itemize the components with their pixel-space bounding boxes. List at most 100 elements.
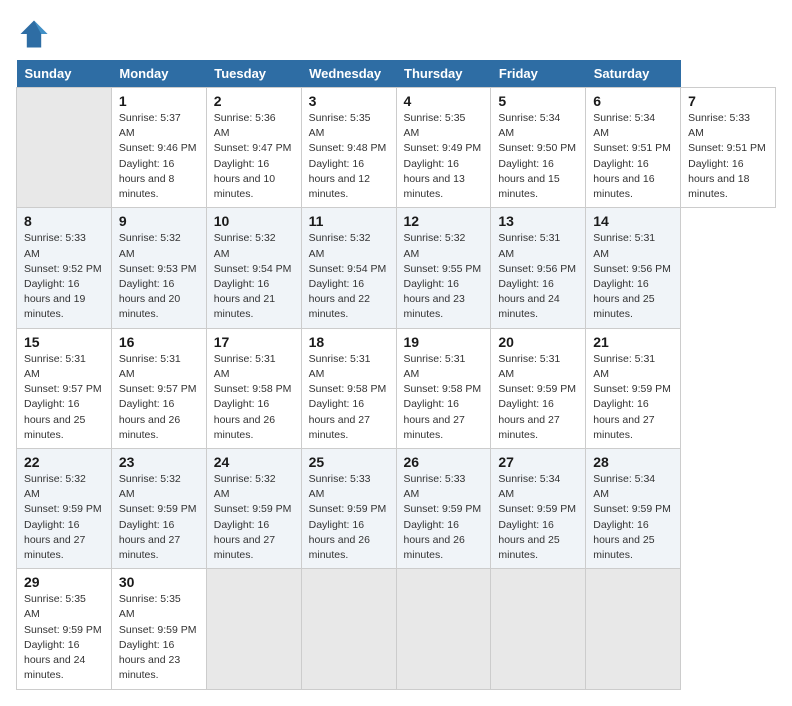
- day-info: Sunrise: 5:34 AM Sunset: 9:50 PM Dayligh…: [498, 111, 578, 202]
- day-cell: 23 Sunrise: 5:32 AM Sunset: 9:59 PM Dayl…: [111, 448, 206, 568]
- day-cell: 21 Sunrise: 5:31 AM Sunset: 9:59 PM Dayl…: [586, 328, 681, 448]
- daylight: Daylight: 16 hours and 25 minutes.: [24, 398, 85, 440]
- day-cell: 13 Sunrise: 5:31 AM Sunset: 9:56 PM Dayl…: [491, 208, 586, 328]
- sunrise: Sunrise: 5:31 AM: [309, 353, 371, 380]
- day-info: Sunrise: 5:31 AM Sunset: 9:58 PM Dayligh…: [309, 352, 389, 443]
- sunrise: Sunrise: 5:33 AM: [24, 232, 86, 259]
- day-number: 9: [119, 213, 199, 229]
- day-info: Sunrise: 5:34 AM Sunset: 9:59 PM Dayligh…: [498, 472, 578, 563]
- day-info: Sunrise: 5:32 AM Sunset: 9:59 PM Dayligh…: [214, 472, 294, 563]
- logo-icon: [16, 16, 52, 52]
- day-info: Sunrise: 5:32 AM Sunset: 9:55 PM Dayligh…: [404, 231, 484, 322]
- day-cell: 2 Sunrise: 5:36 AM Sunset: 9:47 PM Dayli…: [206, 88, 301, 208]
- day-number: 16: [119, 334, 199, 350]
- sunrise: Sunrise: 5:32 AM: [309, 232, 371, 259]
- day-cell: 19 Sunrise: 5:31 AM Sunset: 9:58 PM Dayl…: [396, 328, 491, 448]
- header-friday: Friday: [491, 60, 586, 88]
- sunset: Sunset: 9:46 PM: [119, 142, 197, 154]
- day-info: Sunrise: 5:33 AM Sunset: 9:52 PM Dayligh…: [24, 231, 104, 322]
- daylight: Daylight: 16 hours and 24 minutes.: [24, 639, 85, 681]
- day-number: 13: [498, 213, 578, 229]
- day-info: Sunrise: 5:31 AM Sunset: 9:56 PM Dayligh…: [498, 231, 578, 322]
- day-info: Sunrise: 5:33 AM Sunset: 9:59 PM Dayligh…: [309, 472, 389, 563]
- week-row-4: 22 Sunrise: 5:32 AM Sunset: 9:59 PM Dayl…: [17, 448, 776, 568]
- sunrise: Sunrise: 5:32 AM: [214, 473, 276, 500]
- sunrise: Sunrise: 5:33 AM: [404, 473, 466, 500]
- daylight: Daylight: 16 hours and 13 minutes.: [404, 158, 465, 200]
- sunrise: Sunrise: 5:31 AM: [593, 353, 655, 380]
- day-info: Sunrise: 5:32 AM Sunset: 9:59 PM Dayligh…: [119, 472, 199, 563]
- sunrise: Sunrise: 5:32 AM: [119, 473, 181, 500]
- day-number: 6: [593, 93, 673, 109]
- day-number: 25: [309, 454, 389, 470]
- sunset: Sunset: 9:59 PM: [119, 503, 197, 515]
- day-number: 19: [404, 334, 484, 350]
- sunset: Sunset: 9:59 PM: [24, 624, 102, 636]
- sunrise: Sunrise: 5:33 AM: [309, 473, 371, 500]
- sunset: Sunset: 9:48 PM: [309, 142, 387, 154]
- sunset: Sunset: 9:59 PM: [498, 383, 576, 395]
- day-number: 7: [688, 93, 768, 109]
- day-cell: 10 Sunrise: 5:32 AM Sunset: 9:54 PM Dayl…: [206, 208, 301, 328]
- day-cell: 28 Sunrise: 5:34 AM Sunset: 9:59 PM Dayl…: [586, 448, 681, 568]
- day-number: 23: [119, 454, 199, 470]
- daylight: Daylight: 16 hours and 27 minutes.: [404, 398, 465, 440]
- day-info: Sunrise: 5:31 AM Sunset: 9:59 PM Dayligh…: [498, 352, 578, 443]
- sunset: Sunset: 9:56 PM: [498, 263, 576, 275]
- sunset: Sunset: 9:57 PM: [24, 383, 102, 395]
- day-number: 22: [24, 454, 104, 470]
- day-number: 3: [309, 93, 389, 109]
- daylight: Daylight: 16 hours and 27 minutes.: [214, 519, 275, 561]
- day-cell: 16 Sunrise: 5:31 AM Sunset: 9:57 PM Dayl…: [111, 328, 206, 448]
- sunset: Sunset: 9:59 PM: [593, 383, 671, 395]
- daylight: Daylight: 16 hours and 26 minutes.: [404, 519, 465, 561]
- sunset: Sunset: 9:52 PM: [24, 263, 102, 275]
- daylight: Daylight: 16 hours and 20 minutes.: [119, 278, 180, 320]
- day-info: Sunrise: 5:32 AM Sunset: 9:54 PM Dayligh…: [214, 231, 294, 322]
- day-cell: 5 Sunrise: 5:34 AM Sunset: 9:50 PM Dayli…: [491, 88, 586, 208]
- sunrise: Sunrise: 5:36 AM: [214, 112, 276, 139]
- day-info: Sunrise: 5:35 AM Sunset: 9:59 PM Dayligh…: [119, 592, 199, 683]
- sunset: Sunset: 9:49 PM: [404, 142, 482, 154]
- logo: [16, 16, 58, 52]
- day-info: Sunrise: 5:37 AM Sunset: 9:46 PM Dayligh…: [119, 111, 199, 202]
- day-number: 8: [24, 213, 104, 229]
- sunset: Sunset: 9:51 PM: [688, 142, 766, 154]
- day-number: 10: [214, 213, 294, 229]
- sunrise: Sunrise: 5:31 AM: [404, 353, 466, 380]
- sunset: Sunset: 9:54 PM: [214, 263, 292, 275]
- sunset: Sunset: 9:58 PM: [214, 383, 292, 395]
- day-number: 24: [214, 454, 294, 470]
- day-cell: 14 Sunrise: 5:31 AM Sunset: 9:56 PM Dayl…: [586, 208, 681, 328]
- daylight: Daylight: 16 hours and 26 minutes.: [214, 398, 275, 440]
- day-cell: 3 Sunrise: 5:35 AM Sunset: 9:48 PM Dayli…: [301, 88, 396, 208]
- daylight: Daylight: 16 hours and 10 minutes.: [214, 158, 275, 200]
- sunrise: Sunrise: 5:31 AM: [593, 232, 655, 259]
- header-monday: Monday: [111, 60, 206, 88]
- daylight: Daylight: 16 hours and 19 minutes.: [24, 278, 85, 320]
- day-cell: 1 Sunrise: 5:37 AM Sunset: 9:46 PM Dayli…: [111, 88, 206, 208]
- day-cell: 15 Sunrise: 5:31 AM Sunset: 9:57 PM Dayl…: [17, 328, 112, 448]
- sunset: Sunset: 9:55 PM: [404, 263, 482, 275]
- day-cell: 7 Sunrise: 5:33 AM Sunset: 9:51 PM Dayli…: [681, 88, 776, 208]
- sunrise: Sunrise: 5:31 AM: [214, 353, 276, 380]
- day-number: 5: [498, 93, 578, 109]
- sunset: Sunset: 9:57 PM: [119, 383, 197, 395]
- day-cell: [206, 569, 301, 689]
- sunrise: Sunrise: 5:34 AM: [498, 112, 560, 139]
- day-info: Sunrise: 5:31 AM Sunset: 9:58 PM Dayligh…: [214, 352, 294, 443]
- daylight: Daylight: 16 hours and 22 minutes.: [309, 278, 370, 320]
- day-number: 21: [593, 334, 673, 350]
- day-cell: [396, 569, 491, 689]
- day-info: Sunrise: 5:31 AM Sunset: 9:58 PM Dayligh…: [404, 352, 484, 443]
- sunset: Sunset: 9:47 PM: [214, 142, 292, 154]
- day-cell: 20 Sunrise: 5:31 AM Sunset: 9:59 PM Dayl…: [491, 328, 586, 448]
- header: [16, 16, 776, 52]
- daylight: Daylight: 16 hours and 25 minutes.: [498, 519, 559, 561]
- daylight: Daylight: 16 hours and 15 minutes.: [498, 158, 559, 200]
- day-number: 1: [119, 93, 199, 109]
- day-cell: [17, 88, 112, 208]
- daylight: Daylight: 16 hours and 26 minutes.: [119, 398, 180, 440]
- daylight: Daylight: 16 hours and 24 minutes.: [498, 278, 559, 320]
- day-info: Sunrise: 5:34 AM Sunset: 9:59 PM Dayligh…: [593, 472, 673, 563]
